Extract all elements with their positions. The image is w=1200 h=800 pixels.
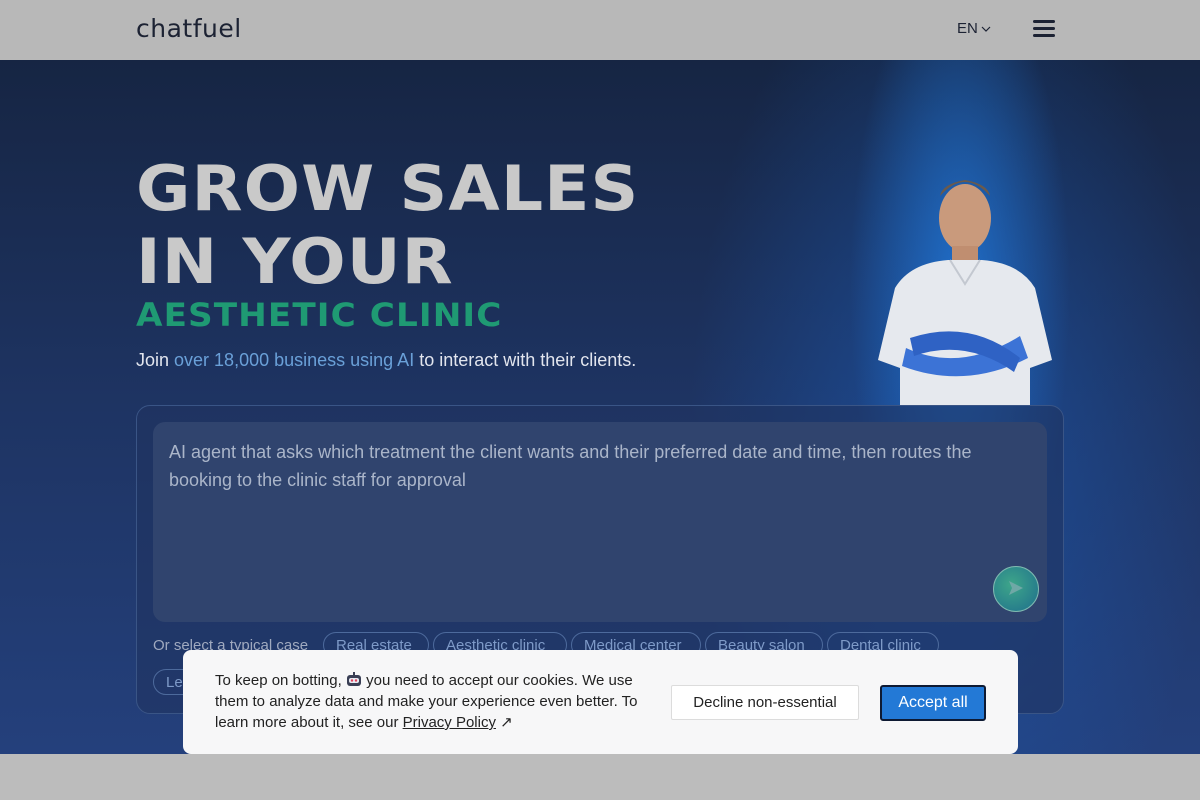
hero-headline: GROW SALES IN YOUR xyxy=(136,152,639,298)
prompt-input[interactable]: AI agent that asks which treatment the c… xyxy=(153,422,1047,622)
privacy-policy-link[interactable]: Privacy Policy xyxy=(403,714,496,731)
language-selector[interactable]: EN xyxy=(957,20,991,37)
headline-line-2: IN YOUR xyxy=(136,225,454,298)
decline-non-essential-button[interactable]: Decline non-essential xyxy=(671,685,859,720)
tagline-highlight: over 18,000 business using AI xyxy=(174,350,415,370)
chevron-down-icon xyxy=(981,26,991,32)
page-bottom-area xyxy=(0,754,1200,800)
cookie-message: To keep on botting, you need to accept o… xyxy=(215,672,638,731)
prompt-text: AI agent that asks which treatment the c… xyxy=(169,442,972,490)
send-arrow-icon xyxy=(1009,581,1023,595)
hero-subheadline: AESTHETIC CLINIC xyxy=(136,296,503,334)
external-link-icon: ↗ xyxy=(500,714,513,731)
chatfuel-logo[interactable]: chatfuel xyxy=(136,14,242,43)
send-button[interactable] xyxy=(993,566,1039,612)
doctor-photo xyxy=(878,180,1052,406)
robot-icon xyxy=(346,672,361,686)
language-label: EN xyxy=(957,20,978,37)
cookie-banner: To keep on botting, you need to accept o… xyxy=(183,650,1018,754)
hamburger-menu-icon[interactable] xyxy=(1033,20,1055,40)
accept-all-button[interactable]: Accept all xyxy=(880,685,986,721)
hero-tagline: Join over 18,000 business using AI to in… xyxy=(136,350,637,370)
top-navigation-bar: chatfuel EN xyxy=(0,0,1200,60)
headline-line-1: GROW SALES xyxy=(136,152,640,225)
